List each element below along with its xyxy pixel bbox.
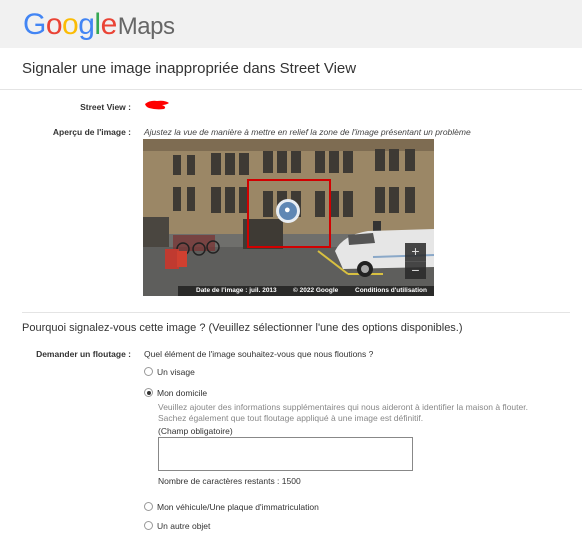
preview-hint: Ajustez la vue de manière à mettre en re… [144, 127, 471, 137]
radio-home[interactable] [144, 388, 153, 397]
blur-prompt: Quel élément de l'image souhaitez-vous q… [144, 349, 374, 359]
option-vehicle-label[interactable]: Mon véhicule/Une plaque d'immatriculatio… [157, 502, 319, 512]
divider [22, 312, 570, 313]
radio-face[interactable] [144, 367, 153, 376]
image-date: Date de l'image : juil. 2013 [196, 287, 277, 294]
redacted-address-mark [145, 100, 169, 110]
location-pin-icon[interactable]: ● [276, 199, 300, 223]
maps-wordmark: Maps [117, 13, 175, 40]
google-maps-logo[interactable]: GoogleMaps [23, 8, 175, 42]
copyright: © 2022 Google [293, 287, 339, 294]
terms-link[interactable]: Conditions d'utilisation [355, 286, 427, 296]
imagery-footer: Date de l'image : juil. 2013 © 2022 Goog… [178, 286, 434, 296]
divider [0, 89, 582, 90]
home-description: Veuillez ajouter des informations supplé… [158, 402, 528, 423]
image-preview-label: Aperçu de l'image : [52, 127, 131, 137]
header-bar: GoogleMaps [0, 0, 582, 48]
zoom-in-button[interactable]: + [405, 243, 426, 260]
required-field-label: (Champ obligatoire) [158, 426, 233, 436]
report-reason-question: Pourquoi signalez-vous cette image ? (Ve… [22, 322, 463, 334]
option-other-object-label[interactable]: Un autre objet [157, 521, 210, 531]
option-home-label[interactable]: Mon domicile [157, 388, 207, 398]
radio-other-object[interactable] [144, 521, 153, 530]
street-view-preview[interactable]: ● + − Date de l'image : juil. 2013 © 202… [143, 139, 434, 296]
characters-remaining: Nombre de caractères restants : 1500 [158, 476, 301, 486]
home-details-textarea[interactable] [158, 437, 413, 471]
option-face-label[interactable]: Un visage [157, 367, 195, 377]
zoom-out-button[interactable]: − [405, 261, 426, 279]
zoom-control: + − [405, 243, 426, 279]
street-view-label: Street View : [80, 102, 131, 112]
blur-request-label: Demander un floutage : [36, 349, 131, 359]
page-title: Signaler une image inappropriée dans Str… [22, 60, 357, 77]
radio-vehicle[interactable] [144, 502, 153, 511]
